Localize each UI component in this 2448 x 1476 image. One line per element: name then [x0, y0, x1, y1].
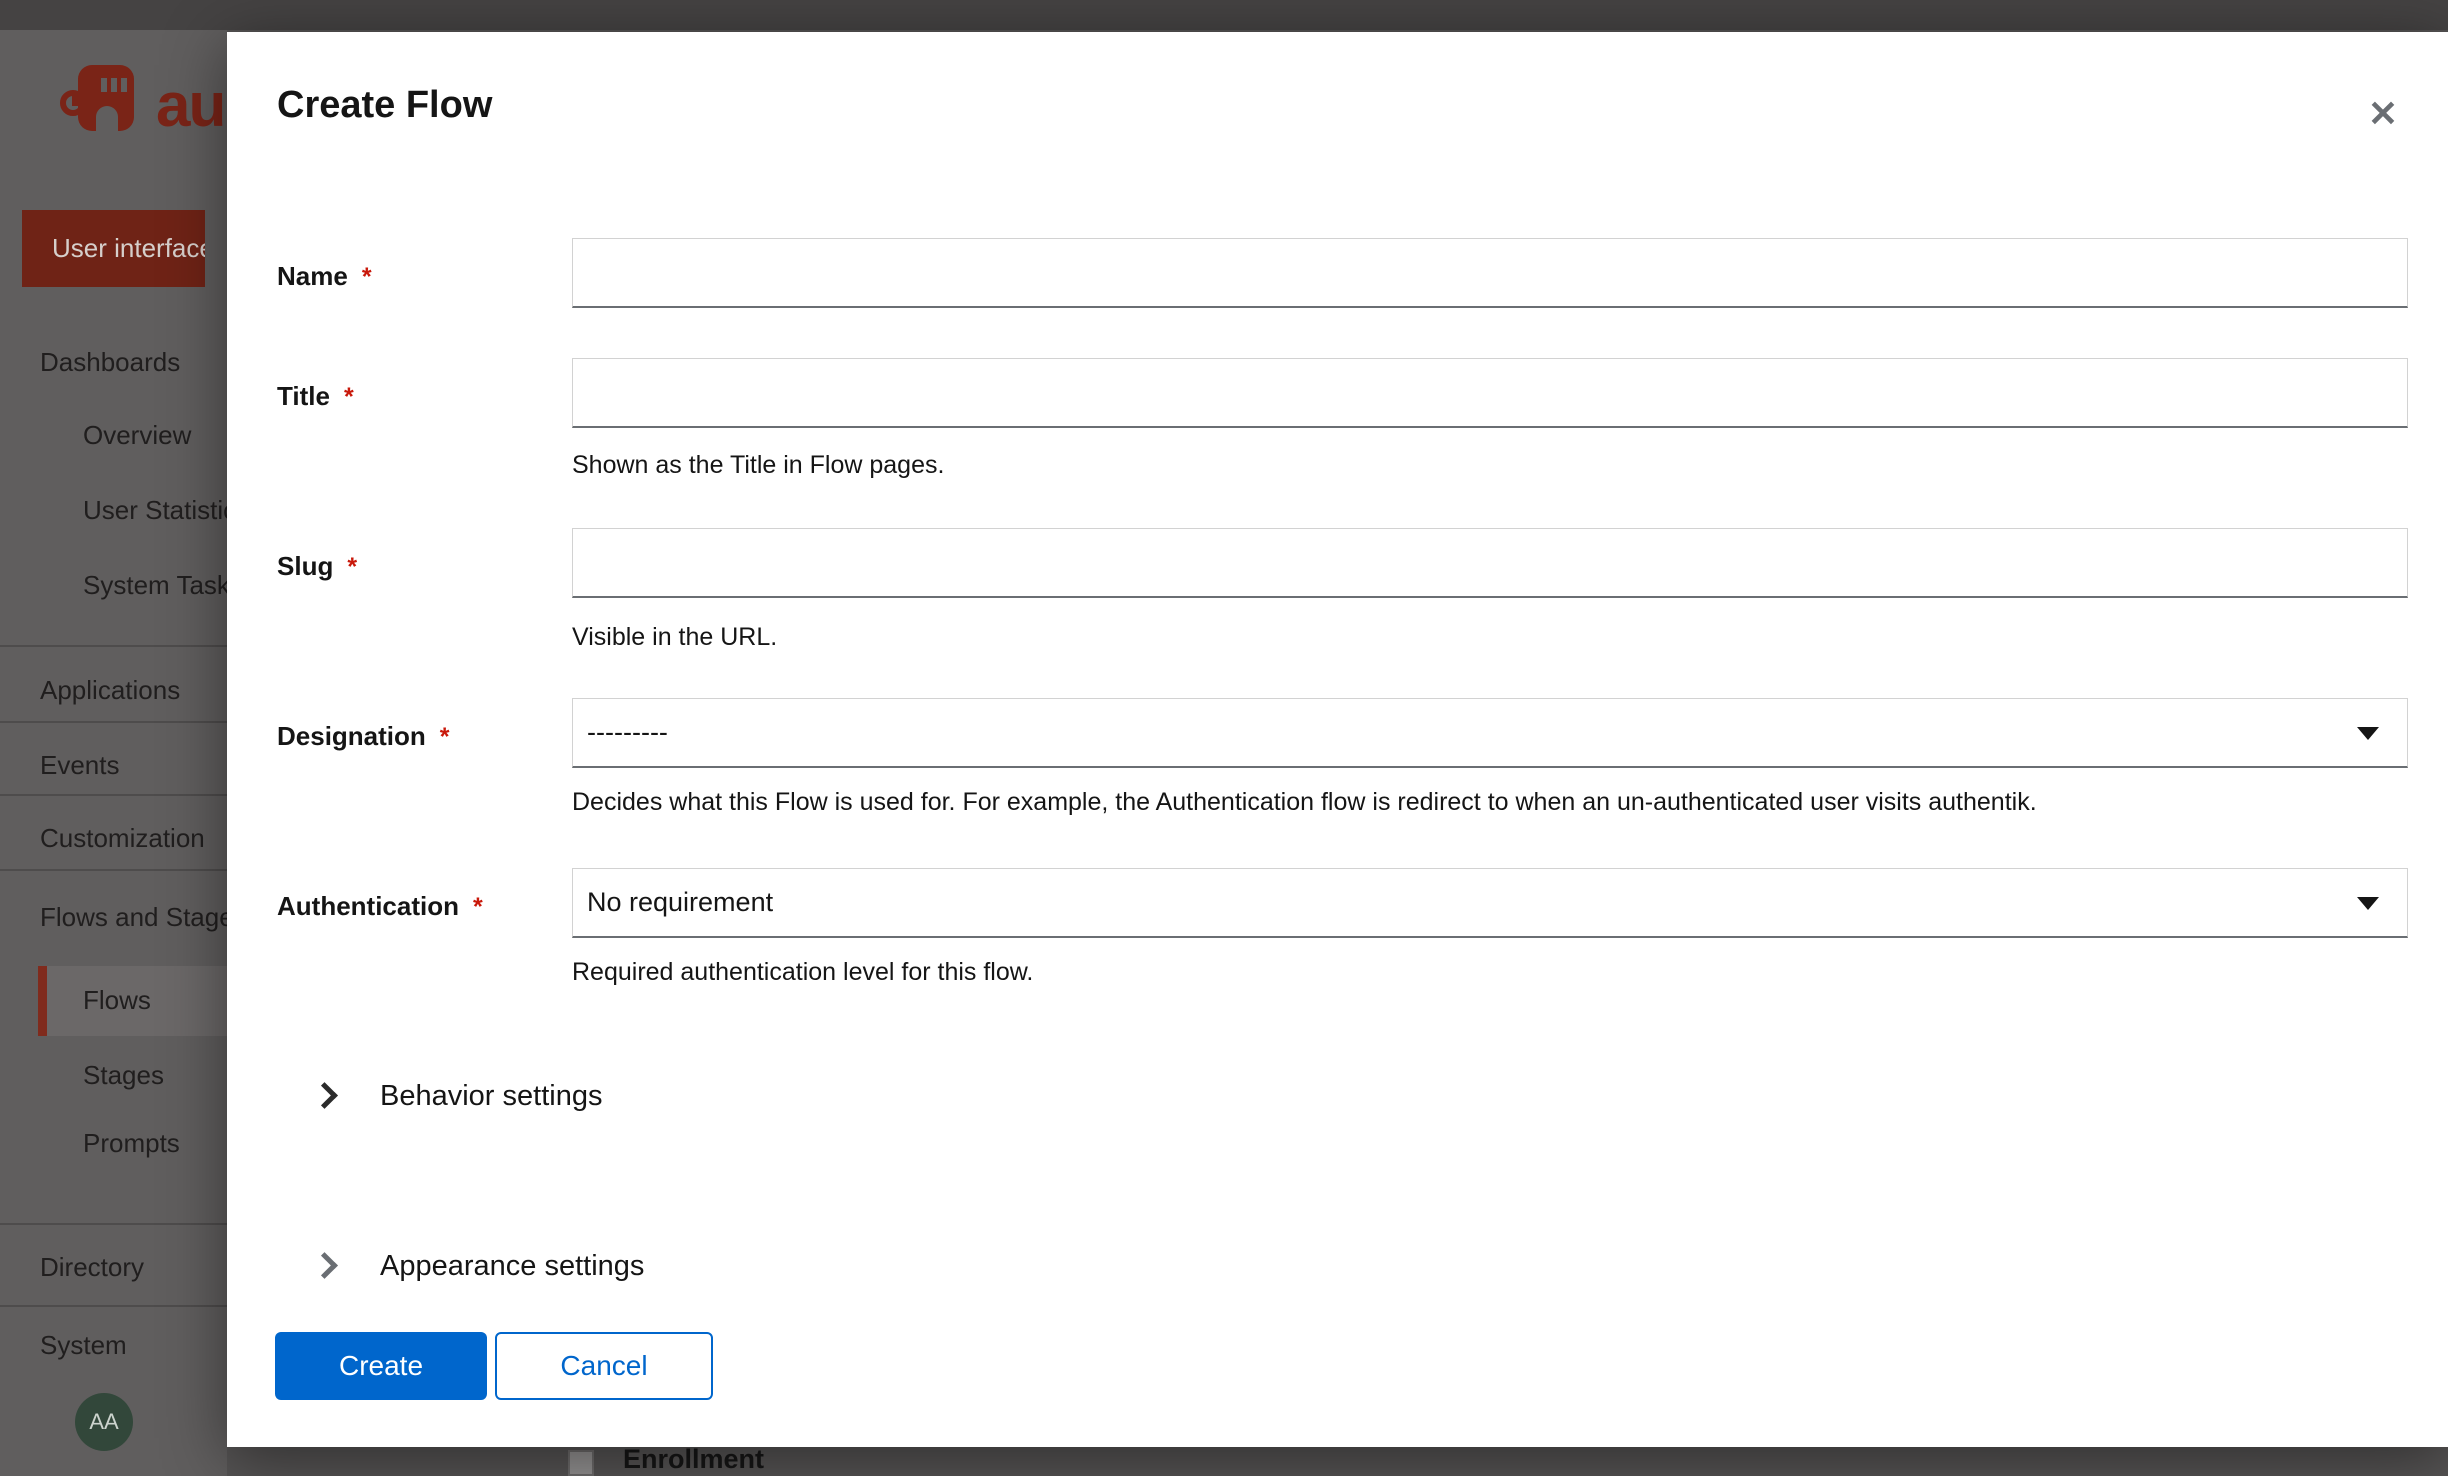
modal-title: Create Flow: [277, 84, 492, 127]
designation-help-text: Decides what this Flow is used for. For …: [572, 787, 2037, 817]
sidebar-item-flows[interactable]: Flows: [38, 966, 227, 1036]
interface-switcher-button[interactable]: User interface: [22, 210, 205, 287]
title-input[interactable]: [572, 358, 2408, 428]
required-marker: *: [473, 893, 483, 921]
sidebar-item-events[interactable]: Events: [40, 750, 120, 780]
avatar-initials: AA: [89, 1409, 118, 1435]
chevron-right-icon: [311, 1252, 338, 1279]
sidebar-divider: [0, 645, 227, 647]
sidebar-item-label: Flows: [83, 966, 227, 1034]
cancel-button[interactable]: Cancel: [495, 1332, 713, 1400]
sidebar-item-flows-and-stages[interactable]: Flows and Stages: [40, 902, 227, 932]
background-row-label: Enrollment: [623, 1444, 764, 1475]
chevron-right-icon: [311, 1082, 338, 1109]
sidebar-item-system-tasks[interactable]: System Tasks: [83, 570, 227, 600]
caret-down-icon: [2357, 897, 2379, 910]
sidebar-item-directory[interactable]: Directory: [40, 1252, 144, 1282]
authentik-logo: au: [0, 30, 227, 170]
top-navbar: [0, 0, 2448, 30]
sidebar-item-overview[interactable]: Overview: [83, 420, 191, 450]
title-label: Title*: [277, 381, 354, 412]
appearance-settings-label: Appearance settings: [380, 1248, 644, 1284]
authentication-help-text: Required authentication level for this f…: [572, 957, 1033, 987]
close-icon[interactable]: ✕: [2353, 84, 2413, 144]
row-checkbox[interactable]: [568, 1450, 594, 1476]
sidebar-divider: [0, 794, 227, 796]
sidebar-item-stages[interactable]: Stages: [83, 1060, 164, 1090]
behavior-settings-label: Behavior settings: [380, 1078, 602, 1114]
slug-input[interactable]: [572, 528, 2408, 598]
required-marker: *: [362, 263, 372, 291]
avatar[interactable]: AA: [75, 1393, 133, 1451]
sidebar-item-dashboards[interactable]: Dashboards: [40, 347, 180, 377]
sidebar-divider: [0, 869, 227, 871]
sidebar-item-customization[interactable]: Customization: [40, 823, 205, 853]
designation-select[interactable]: ---------: [572, 698, 2408, 768]
logo-wordmark: au: [156, 70, 224, 141]
name-input[interactable]: [572, 238, 2408, 308]
sidebar-item-user-statistics[interactable]: User Statistics: [83, 495, 227, 525]
sidebar-divider: [0, 1305, 227, 1307]
required-marker: *: [347, 553, 357, 581]
sidebar-item-system[interactable]: System: [40, 1330, 127, 1360]
authentication-select[interactable]: No requirement: [572, 868, 2408, 938]
slug-label: Slug*: [277, 551, 357, 582]
sidebar-divider: [0, 721, 227, 723]
sidebar-item-prompts[interactable]: Prompts: [83, 1128, 180, 1158]
create-button[interactable]: Create: [275, 1332, 487, 1400]
authentication-selected-value: No requirement: [587, 869, 773, 935]
designation-label: Designation*: [277, 721, 450, 752]
name-label: Name*: [277, 261, 372, 292]
title-help-text: Shown as the Title in Flow pages.: [572, 450, 944, 480]
required-marker: *: [440, 723, 450, 751]
authentication-label: Authentication*: [277, 891, 483, 922]
slug-help-text: Visible in the URL.: [572, 622, 777, 652]
caret-down-icon: [2357, 727, 2379, 740]
sidebar-divider: [0, 1223, 227, 1225]
sidebar: au User interface Dashboards Overview Us…: [0, 30, 227, 1476]
designation-selected-value: ---------: [587, 699, 668, 765]
create-flow-modal: Create Flow ✕ Name* Title* Shown as the …: [227, 32, 2448, 1447]
sidebar-item-applications[interactable]: Applications: [40, 675, 180, 705]
required-marker: *: [344, 383, 354, 411]
